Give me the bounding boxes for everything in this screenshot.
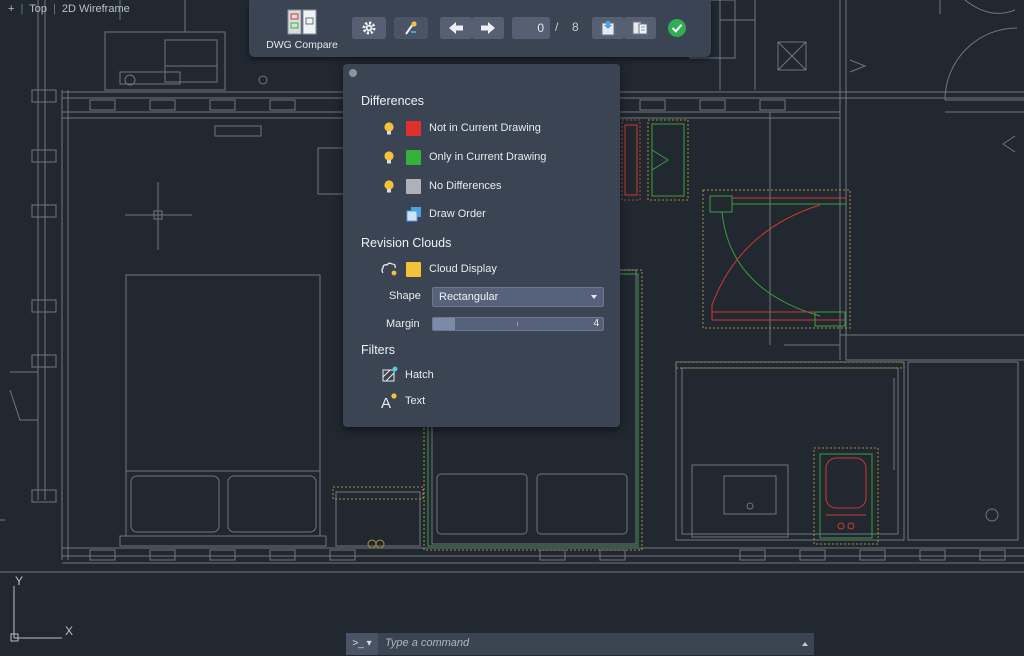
cloud-display-row: Cloud Display [343,260,620,280]
visual-style-label[interactable]: 2D Wireframe [62,3,130,15]
chevron-down-icon [591,295,597,299]
viewport-controls[interactable]: + | Top | 2D Wireframe [8,3,130,15]
hatch-filter-icon [382,366,398,382]
command-prompt-button[interactable]: >_ ▾ [346,633,378,655]
filters-section-title: Filters [361,343,396,357]
highlight-toggle-button[interactable] [394,17,428,39]
snapshot-button[interactable] [624,17,656,39]
highlight-pen-icon [405,21,417,35]
hatch-filter-label: Hatch [405,369,434,381]
color-swatch-green[interactable] [406,150,421,165]
compare-logo-icon [287,8,317,36]
command-prompt-symbol: >_ [352,638,364,649]
import-drawing-icon [601,21,615,36]
margin-label: Margin [386,318,420,330]
diff-row-not-in-current: Not in Current Drawing [343,119,620,139]
diff-row-only-in-current: Only in Current Drawing [343,148,620,168]
snapshot-icon [632,21,648,35]
filter-row-hatch[interactable]: Hatch [343,366,620,386]
text-filter-label: Text [405,395,426,407]
margin-value: 4 [593,318,599,329]
draw-order-label: Draw Order [429,208,486,220]
filter-row-text[interactable]: A Text [343,392,620,412]
differences-section-title: Differences [361,94,424,108]
toolbar-title: DWG Compare [266,39,338,51]
margin-slider-tick [517,322,518,326]
command-line: >_ ▾ Type a command [346,633,814,655]
settings-gear-icon [362,21,376,35]
dwg-compare-logo: DWG Compare [263,8,341,51]
panel-grip-dot[interactable] [349,69,357,77]
previous-arrow-icon [449,22,463,34]
settings-button[interactable] [352,17,386,39]
command-history-arrow-icon[interactable] [802,642,808,646]
revision-cloud-icon[interactable] [380,261,398,277]
previous-change-button[interactable] [440,17,472,39]
viewport-menu-plus[interactable]: + [8,3,14,15]
change-index-field[interactable]: 0 [512,17,550,39]
diff-label: Only in Current Drawing [429,151,547,163]
margin-slider-fill [433,318,456,330]
text-filter-icon: A [381,393,397,410]
lightbulb-icon[interactable] [383,121,395,137]
change-total: 8 [572,20,579,34]
draw-order-icon [406,207,421,222]
next-arrow-icon [481,22,495,34]
margin-slider[interactable]: 4 [432,317,604,331]
change-counter-separator: / [555,20,559,34]
done-button[interactable] [663,17,691,39]
color-swatch-gray[interactable] [406,179,421,194]
shape-label: Shape [389,290,421,302]
compare-settings-panel: Differences Not in Current Drawing Only … [343,64,620,427]
lightbulb-icon[interactable] [383,150,395,166]
ucs-y-label: Y [15,574,24,588]
cloud-color-swatch[interactable] [406,262,421,277]
ucs-x-label: X [65,624,74,638]
shape-dropdown[interactable]: Rectangular [432,287,604,307]
shape-value: Rectangular [439,291,499,303]
diff-row-draw-order[interactable]: Draw Order [343,205,620,225]
color-swatch-red[interactable] [406,121,421,136]
svg-text:A: A [381,395,391,410]
diff-label: Not in Current Drawing [429,122,541,134]
command-input[interactable]: Type a command [385,637,469,649]
import-objects-button[interactable] [592,17,624,39]
diff-row-no-differences: No Differences [343,177,620,197]
next-change-button[interactable] [472,17,504,39]
dwg-compare-toolbar: DWG Compare 0 / 8 [249,0,711,57]
lightbulb-icon[interactable] [383,179,395,195]
revision-clouds-section-title: Revision Clouds [361,236,452,250]
done-check-icon [668,19,686,37]
cloud-display-label: Cloud Display [429,263,497,275]
view-cube-label[interactable]: Top [29,3,47,15]
diff-label: No Differences [429,180,502,192]
